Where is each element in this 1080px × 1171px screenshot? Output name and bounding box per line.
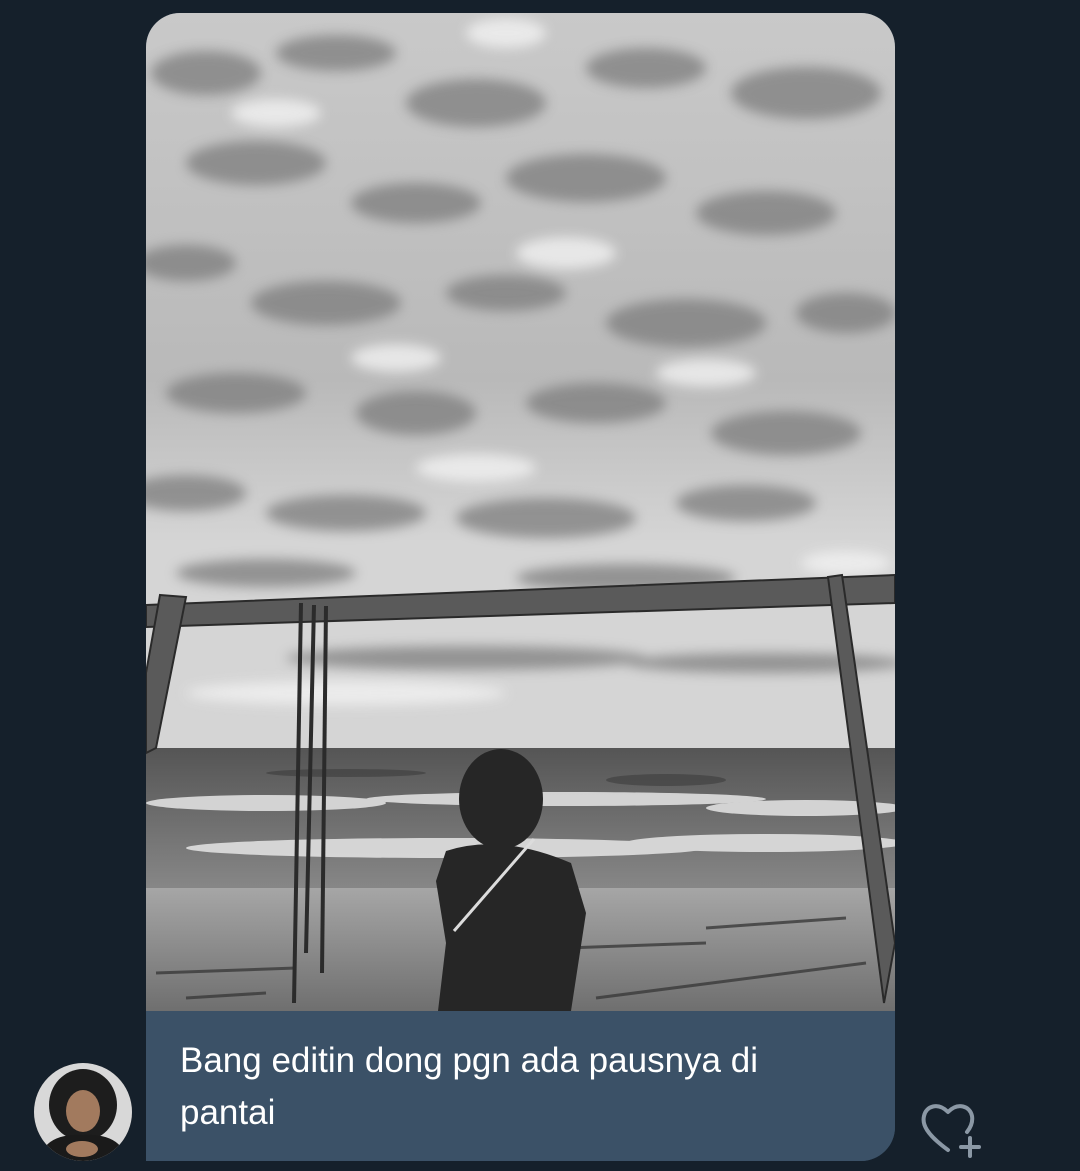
message-bubble: Bang editin dong pgn ada pausnya di pant… xyxy=(146,13,895,1161)
beach-swing-photo[interactable] xyxy=(146,13,895,1011)
avatar-photo-icon xyxy=(34,1063,132,1161)
sender-avatar[interactable] xyxy=(34,1063,132,1161)
caption-line-1: Bang editin dong pgn ada pausnya di xyxy=(180,1041,758,1080)
heart-add-glyph xyxy=(921,1104,981,1158)
heart-add-icon[interactable] xyxy=(918,1100,988,1160)
message-caption: Bang editin dong pgn ada pausnya di pant… xyxy=(146,1011,895,1161)
caption-line-2: pantai xyxy=(180,1093,276,1132)
